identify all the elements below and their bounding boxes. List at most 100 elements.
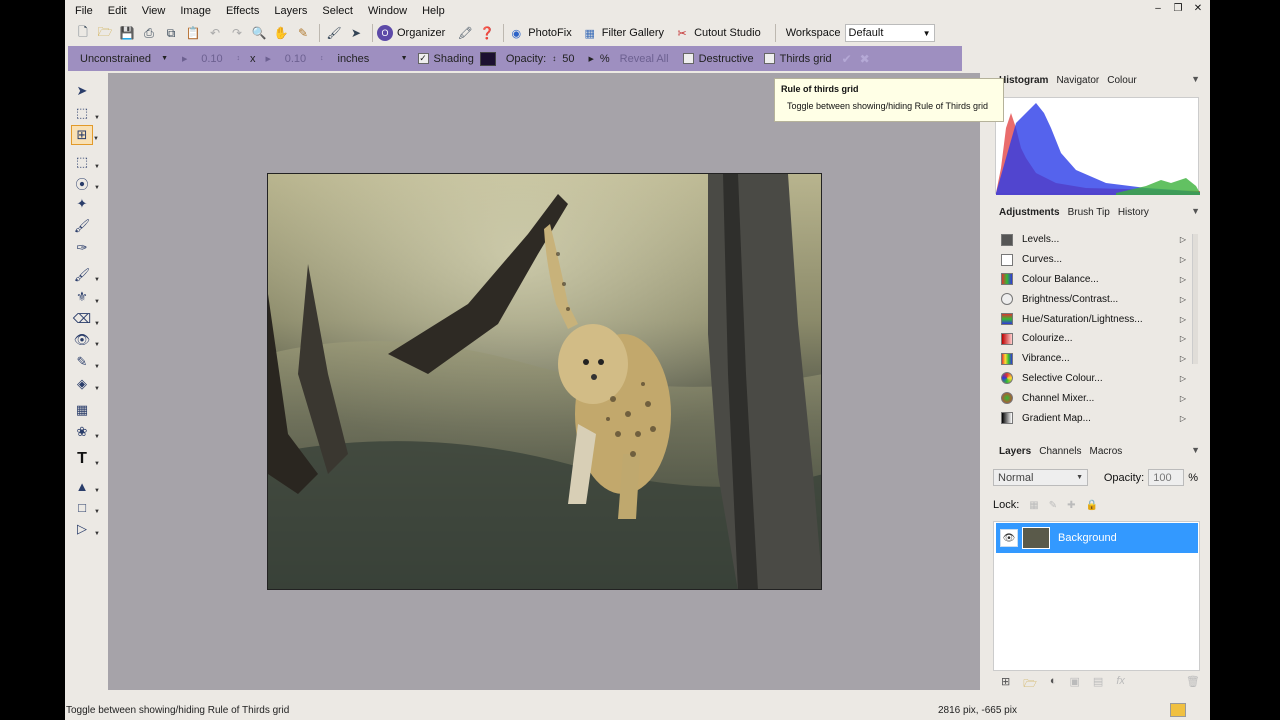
copy-icon[interactable]: ⧉ xyxy=(161,23,181,43)
smart-brush-icon[interactable]: 🖌 xyxy=(71,216,93,236)
tab-history[interactable]: History xyxy=(1118,207,1149,218)
new-layer-icon[interactable]: ⊞ xyxy=(1001,675,1010,694)
slider-arrow-icon[interactable]: ▶ xyxy=(588,55,593,63)
tab-histogram[interactable]: Histogram xyxy=(999,75,1048,86)
menu-select[interactable]: Select xyxy=(322,5,353,17)
resize-grip-icon[interactable] xyxy=(1170,703,1186,717)
adjustment-colour-balance[interactable]: Colour Balance... ▷ xyxy=(995,270,1190,290)
adjustment-layer-icon[interactable]: ◐ xyxy=(1050,675,1057,694)
eraser-icon[interactable]: ⌫ ▼ xyxy=(71,309,100,329)
delete-layer-icon[interactable]: 🗑 xyxy=(1186,675,1200,694)
magic-wand-icon[interactable]: ✦ xyxy=(71,194,93,214)
transform-tool-icon[interactable]: ⬚ ▼ xyxy=(71,103,100,123)
rectangle-select-icon[interactable]: ⬚ ▼ xyxy=(71,152,100,172)
adjustment-colourize[interactable]: Colourize... ▷ xyxy=(995,329,1190,349)
organizer-button[interactable]: O Organizer xyxy=(377,25,445,41)
pointer-icon[interactable]: ➤ xyxy=(346,23,366,43)
text-tool-icon[interactable]: T ▼ xyxy=(71,449,100,469)
visibility-eye-icon[interactable]: 👁 xyxy=(1000,529,1018,547)
dodge-icon[interactable]: ✎ ▼ xyxy=(71,352,100,372)
play-icon[interactable]: ▷ xyxy=(1180,295,1186,304)
panel-menu-icon[interactable]: ▼ xyxy=(1191,445,1200,455)
restore-icon[interactable]: ❐ xyxy=(1172,3,1184,14)
lock-move-icon[interactable]: ✚ xyxy=(1067,500,1075,511)
help-icon[interactable]: ❓ xyxy=(477,23,497,43)
adjustments-scrollbar[interactable] xyxy=(1192,234,1198,364)
brush-icon[interactable]: 🖌 xyxy=(324,23,344,43)
width-stepper[interactable]: ▶ 0.10 ↕ xyxy=(178,50,244,68)
pen-tool-icon[interactable]: ▲ ▼ xyxy=(71,476,100,496)
close-icon[interactable]: ✕ xyxy=(1192,3,1204,14)
adjustment-gradient-map[interactable]: Gradient Map... ▷ xyxy=(995,408,1190,428)
adjustment-hue-saturation[interactable]: Hue/Saturation/Lightness... ▷ xyxy=(995,309,1190,329)
constraint-dropdown[interactable]: Unconstrained ▼ xyxy=(76,50,172,68)
fx-icon[interactable]: fx xyxy=(1116,675,1125,694)
warp-icon[interactable]: ▦ xyxy=(71,400,93,420)
units-dropdown[interactable]: inches ▼ xyxy=(334,50,412,68)
cancel-icon[interactable]: ✖ xyxy=(860,52,870,66)
cutout-studio-button[interactable]: ✂ Cutout Studio xyxy=(674,25,760,41)
shading-checkbox[interactable]: ✓ Shading xyxy=(417,51,496,66)
play-icon[interactable]: ▷ xyxy=(1180,414,1186,423)
zoom-icon[interactable]: 🔍 xyxy=(249,23,269,43)
new-file-icon[interactable]: 🗋 xyxy=(73,23,93,43)
layer-row-background[interactable]: 👁 Background xyxy=(996,523,1198,553)
play-icon[interactable]: ▷ xyxy=(1180,235,1186,244)
adjustment-selective-colour[interactable]: Selective Colour... ▷ xyxy=(995,369,1190,389)
adjustment-levels[interactable]: Levels... ▷ xyxy=(995,230,1190,250)
move-tool-icon[interactable]: ➤ xyxy=(71,81,93,101)
new-group-icon[interactable]: 🗁 xyxy=(1023,675,1037,694)
tab-adjustments[interactable]: Adjustments xyxy=(999,207,1060,218)
play-icon[interactable]: ▷ xyxy=(1180,315,1186,324)
tab-colour[interactable]: Colour xyxy=(1107,75,1136,86)
workspace-dropdown[interactable]: Default ▼ xyxy=(844,24,935,42)
tab-layers[interactable]: Layers xyxy=(999,446,1031,457)
shape-tool-icon[interactable]: □ ▼ xyxy=(71,497,100,517)
leopard-photo[interactable] xyxy=(267,173,822,590)
lock-all-icon[interactable]: 🔒 xyxy=(1086,500,1098,511)
menu-window[interactable]: Window xyxy=(368,5,407,17)
panel-menu-icon[interactable]: ▼ xyxy=(1191,74,1200,84)
commit-icon[interactable]: ✔ xyxy=(842,52,852,66)
height-stepper[interactable]: ▶ 0.10 ↕ xyxy=(262,50,328,68)
play-icon[interactable]: ▷ xyxy=(1180,255,1186,264)
menu-file[interactable]: File xyxy=(75,5,93,17)
save-icon[interactable]: 💾 xyxy=(117,23,137,43)
lock-paint-icon[interactable]: ✎ xyxy=(1049,500,1057,511)
clone-stamp-icon[interactable]: ⚜ ▼ xyxy=(71,287,100,307)
paintbrush-effect-icon[interactable]: ❀ ▼ xyxy=(71,422,100,442)
node-tool-icon[interactable]: ▷ ▼ xyxy=(71,519,100,539)
thirds-grid-checkbox[interactable]: Thirds grid xyxy=(763,53,832,65)
eyedropper-icon[interactable]: ✑ xyxy=(71,238,93,258)
undo-icon[interactable]: ↶ xyxy=(205,23,225,43)
tab-macros[interactable]: Macros xyxy=(1090,446,1123,457)
hand-icon[interactable]: ✋ xyxy=(271,23,291,43)
lock-transparency-icon[interactable]: ▦ xyxy=(1029,500,1038,511)
open-folder-icon[interactable]: 🗁 xyxy=(95,23,115,43)
play-icon[interactable]: ▷ xyxy=(1180,354,1186,363)
paint-brush-icon[interactable]: 🖌 ▼ xyxy=(71,265,100,285)
shading-colour-swatch[interactable] xyxy=(479,51,496,66)
play-icon[interactable]: ▷ xyxy=(1180,334,1186,343)
red-eye-icon[interactable]: 👁 ▼ xyxy=(71,330,100,350)
adjustment-channel-mixer[interactable]: Channel Mixer... ▷ xyxy=(995,388,1190,408)
blend-mode-dropdown[interactable]: Normal ▼ xyxy=(993,469,1088,486)
menu-image[interactable]: Image xyxy=(180,5,211,17)
stepper-updown-icon[interactable]: ↕ xyxy=(552,54,556,63)
menu-layers[interactable]: Layers xyxy=(274,5,307,17)
menu-effects[interactable]: Effects xyxy=(226,5,259,17)
tab-brush-tip[interactable]: Brush Tip xyxy=(1068,207,1110,218)
adjustment-curves[interactable]: Curves... ▷ xyxy=(995,250,1190,270)
tab-navigator[interactable]: Navigator xyxy=(1056,75,1099,86)
menu-edit[interactable]: Edit xyxy=(108,5,127,17)
retouch-icon[interactable]: 🖍 xyxy=(455,23,475,43)
paste-icon[interactable]: 📋 xyxy=(183,23,203,43)
layer-opacity-input[interactable]: 100 xyxy=(1148,469,1185,486)
pencil-icon[interactable]: ✎ xyxy=(293,23,313,43)
redo-icon[interactable]: ↷ xyxy=(227,23,247,43)
crop-tool-icon[interactable]: ⊞ ▼ xyxy=(71,125,99,145)
minimize-icon[interactable]: – xyxy=(1152,3,1164,14)
menu-help[interactable]: Help xyxy=(422,5,445,17)
menu-view[interactable]: View xyxy=(142,5,166,17)
lasso-icon[interactable]: ⦿ ▼ xyxy=(71,173,100,193)
